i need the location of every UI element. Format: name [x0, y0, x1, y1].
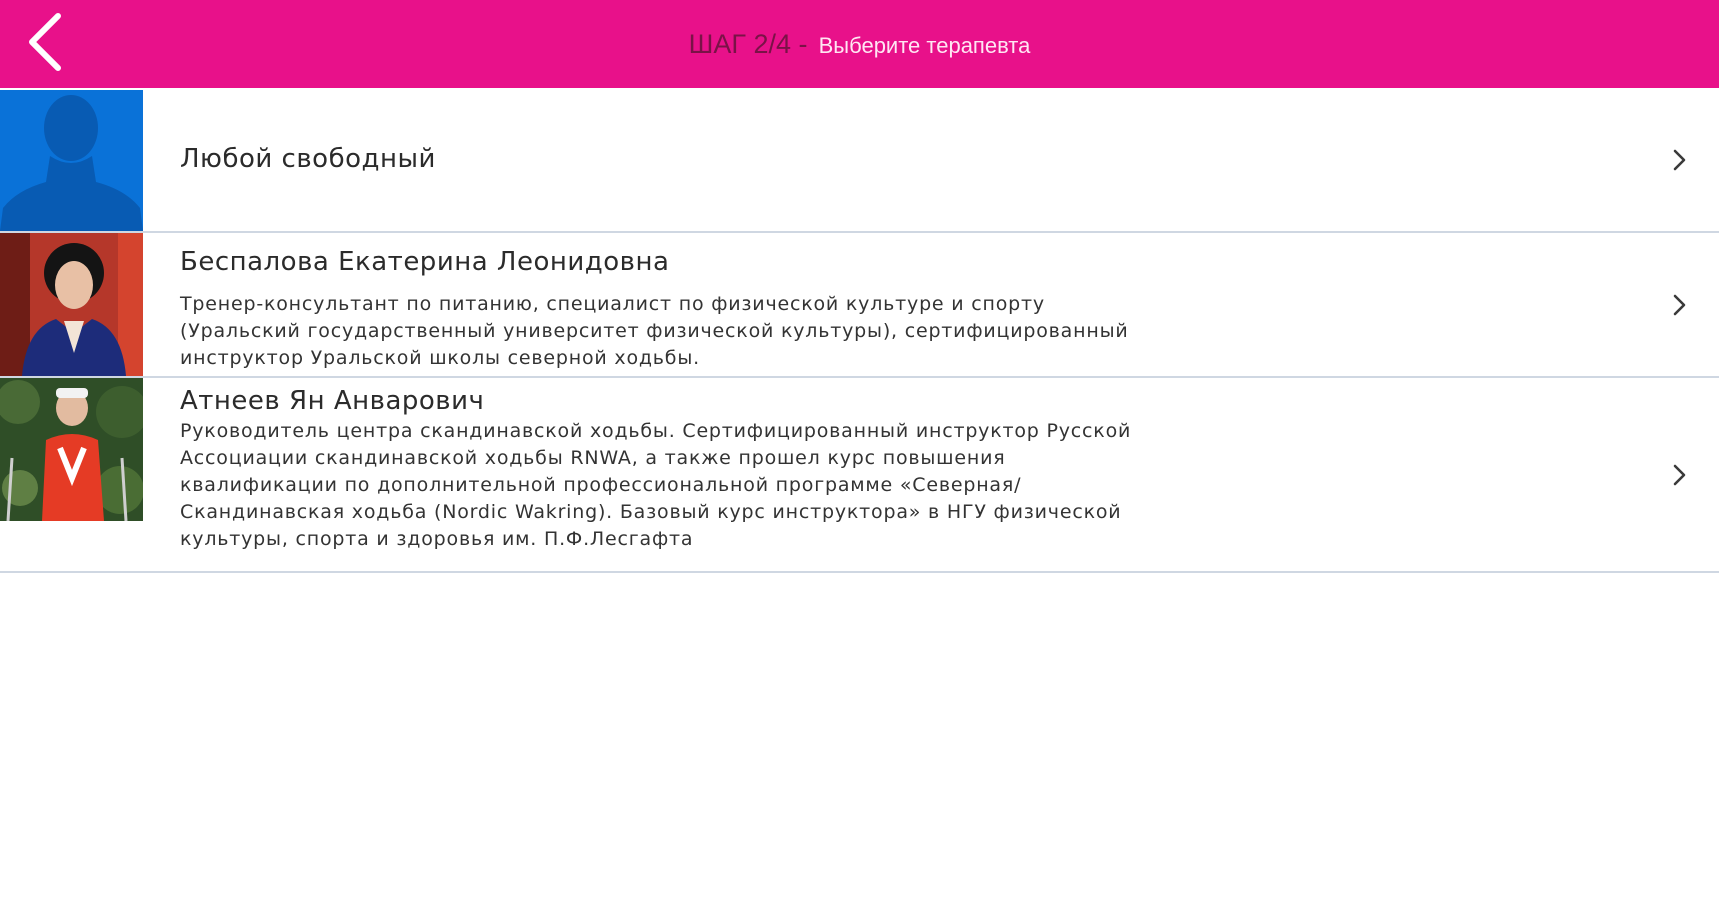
chevron-right-icon: [1673, 294, 1686, 316]
therapist-description: Руководитель центра скандинавской ходьбы…: [180, 420, 1132, 550]
therapist-name: Атнеев Ян Анварович: [180, 386, 485, 416]
page-title: ШАГ 2/4 - Выберите терапевта: [0, 0, 1719, 88]
therapist-row-atneev[interactable]: Атнеев Ян Анварович Руководитель центра …: [0, 378, 1719, 573]
avatar-photo: [0, 233, 143, 376]
therapist-texts: Любой свободный: [180, 90, 1599, 174]
therapist-list: Любой свободный Беспалова Екатерина Леон…: [0, 90, 1719, 573]
therapist-name: Беспалова Екатерина Леонидовна: [180, 247, 670, 277]
woman-portrait-image: [0, 233, 143, 376]
chevron-right-icon: [1673, 149, 1686, 171]
therapist-row-bespalova[interactable]: Беспалова Екатерина Леонидовна Тренер-ко…: [0, 233, 1719, 378]
man-portrait-image: [0, 378, 143, 521]
therapist-row-any[interactable]: Любой свободный: [0, 90, 1719, 233]
avatar-placeholder: [0, 90, 143, 231]
therapist-name: Любой свободный: [180, 144, 436, 174]
therapist-texts: Атнеев Ян Анварович Руководитель центра …: [180, 378, 1599, 553]
therapist-texts: Беспалова Екатерина Леонидовна Тренер-ко…: [180, 233, 1599, 372]
therapist-description: Тренер-консультант по питанию, специалис…: [180, 293, 1129, 369]
person-silhouette-icon: [0, 90, 143, 231]
step-indicator: ШАГ 2/4 -: [688, 29, 808, 59]
avatar-photo: [0, 378, 143, 521]
step-title: Выберите терапевта: [818, 33, 1031, 58]
chevron-right-icon: [1673, 464, 1686, 486]
header-bar: ШАГ 2/4 - Выберите терапевта: [0, 0, 1719, 88]
